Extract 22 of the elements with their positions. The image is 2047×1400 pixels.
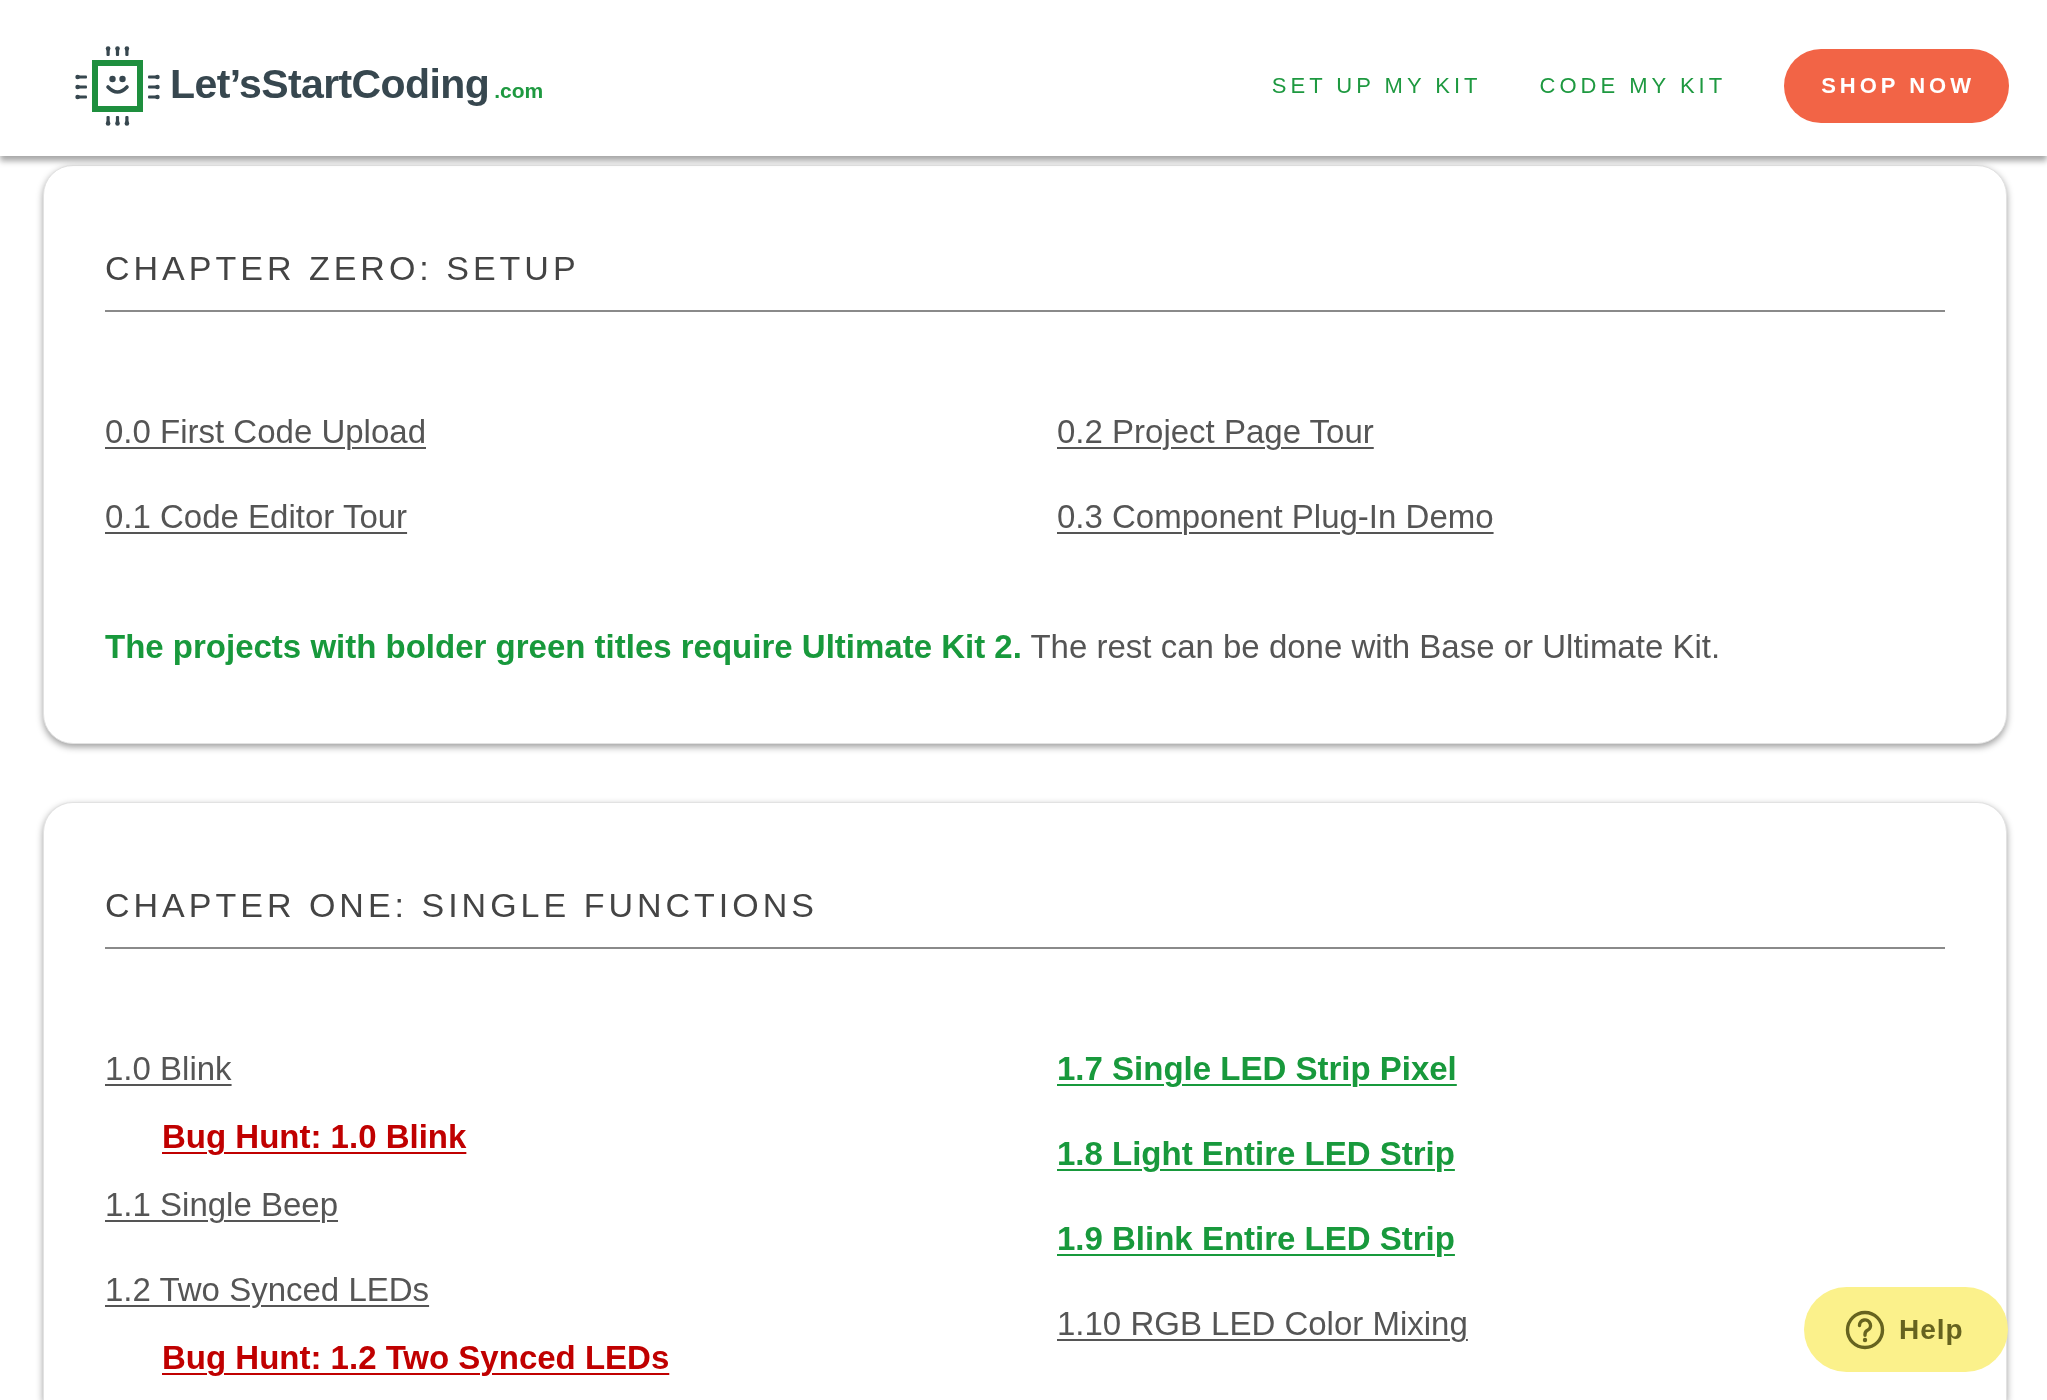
bug-hunt-link[interactable]: Bug Hunt: 1.0 Blink	[162, 1117, 467, 1157]
project-link[interactable]: 1.10 RGB LED Color Mixing	[1057, 1304, 1468, 1344]
help-icon	[1845, 1309, 1885, 1350]
kit-note: The projects with bolder green titles require Ultimate Kit 2. The rest can be done with Base or Ultimate Kit.	[105, 627, 1722, 667]
nav-link[interactable]: CODE MY KIT	[1539, 73, 1727, 99]
chapter-heading: CHAPTER ZERO: SETUP	[105, 246, 1945, 312]
project-link[interactable]: 1.1 Single Beep	[105, 1185, 338, 1225]
logo-link[interactable]: Let’sStartCoding.com	[75, 46, 544, 126]
project-link[interactable]: 1.2 Two Synced LEDs	[105, 1270, 430, 1310]
help-button[interactable]: Help	[1804, 1287, 2008, 1372]
project-link[interactable]: 0.0 First Code Upload	[105, 412, 426, 452]
bug-hunt-link[interactable]: Bug Hunt: 1.2 Two Synced LEDs	[162, 1338, 670, 1378]
project-link[interactable]: 0.2 Project Page Tour	[1057, 412, 1374, 452]
project-link[interactable]: 1.7 Single LED Strip Pixel	[1057, 1049, 1457, 1089]
project-link[interactable]: 1.0 Blink	[105, 1049, 232, 1089]
project-link[interactable]: 1.8 Light Entire LED Strip	[1057, 1134, 1455, 1174]
chapter-heading: CHAPTER ONE: SINGLE FUNCTIONS	[105, 883, 1945, 949]
chip-icon	[75, 46, 160, 126]
project-link[interactable]: 1.9 Blink Entire LED Strip	[1057, 1219, 1455, 1259]
nav-link[interactable]: SET UP MY KIT	[1271, 73, 1482, 99]
project-link[interactable]: 0.1 Code Editor Tour	[105, 497, 408, 537]
project-link[interactable]: 0.3 Component Plug-In Demo	[1057, 497, 1494, 537]
